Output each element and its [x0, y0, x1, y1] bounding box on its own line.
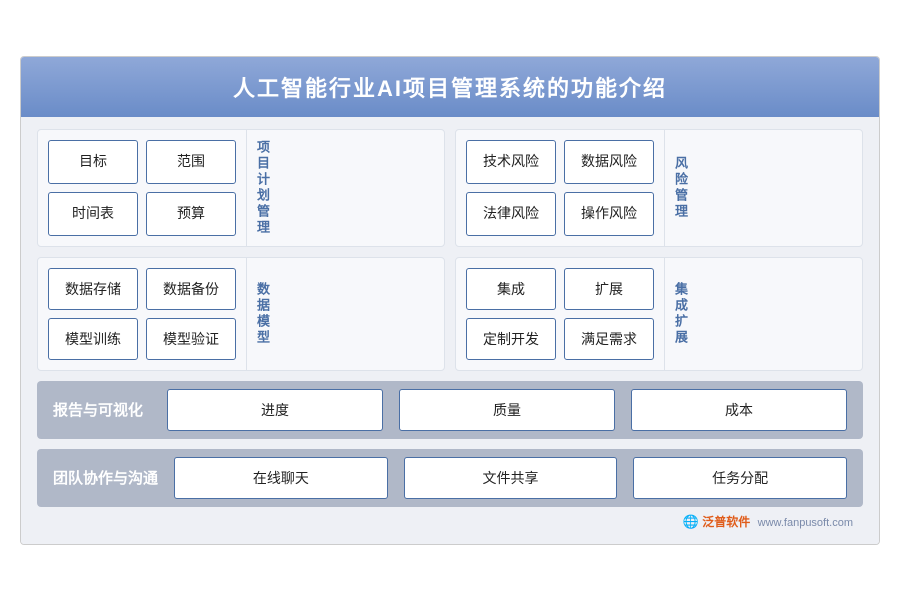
- label-risk: 风险管理: [664, 130, 696, 246]
- brand-name: 泛普软件: [702, 515, 750, 529]
- cell-cost: 成本: [631, 389, 847, 431]
- cell-file-share: 文件共享: [404, 457, 618, 499]
- cell-target: 目标: [48, 140, 138, 184]
- cell-data-backup: 数据备份: [146, 268, 236, 310]
- integration-cells: 集成 扩展 定制开发 满足需求: [456, 258, 664, 370]
- label-report: 报告与可视化: [37, 399, 167, 420]
- cell-chat: 在线聊天: [174, 457, 388, 499]
- cell-budget: 预算: [146, 192, 236, 236]
- cell-tech-risk: 技术风险: [466, 140, 556, 184]
- cell-integration: 集成: [466, 268, 556, 310]
- report-cells: 进度 质量 成本: [167, 381, 863, 439]
- project-plan-cells: 目标 范围 时间表 预算: [38, 130, 246, 246]
- cell-model-verify: 模型验证: [146, 318, 236, 360]
- team-cells: 在线聊天 文件共享 任务分配: [174, 449, 863, 507]
- cell-data-storage: 数据存储: [48, 268, 138, 310]
- logo-url: www.fanpusoft.com: [758, 517, 853, 529]
- panel-project-plan: 目标 范围 时间表 预算 项目计划管理: [37, 129, 445, 247]
- logo-icon: 🌐: [683, 514, 699, 529]
- cell-task-assign: 任务分配: [633, 457, 847, 499]
- cell-meet-needs: 满足需求: [564, 318, 654, 360]
- cell-custom-dev: 定制开发: [466, 318, 556, 360]
- cell-progress: 进度: [167, 389, 383, 431]
- title-bar: 人工智能行业AI项目管理系统的功能介绍: [21, 57, 879, 117]
- cell-data-risk: 数据风险: [564, 140, 654, 184]
- panel-risk: 技术风险 数据风险 法律风险 操作风险 风险管理: [455, 129, 863, 247]
- cell-op-risk: 操作风险: [564, 192, 654, 236]
- row-report: 报告与可视化 进度 质量 成本: [37, 381, 863, 439]
- row-team: 团队协作与沟通 在线聊天 文件共享 任务分配: [37, 449, 863, 507]
- page-title: 人工智能行业AI项目管理系统的功能介绍: [233, 76, 667, 101]
- main-container: 人工智能行业AI项目管理系统的功能介绍 目标 范围 时间表 预算 项目计划管理 …: [20, 56, 880, 545]
- cell-quality: 质量: [399, 389, 615, 431]
- label-data-model: 数据模型: [246, 258, 278, 370]
- label-integration: 集成扩展: [664, 258, 696, 370]
- risk-cells: 技术风险 数据风险 法律风险 操作风险: [456, 130, 664, 246]
- cell-expansion: 扩展: [564, 268, 654, 310]
- cell-legal-risk: 法律风险: [466, 192, 556, 236]
- cell-timeline: 时间表: [48, 192, 138, 236]
- middle-row: 数据存储 数据备份 模型训练 模型验证 数据模型 集成 扩展 定制开发 满足需求…: [37, 257, 863, 371]
- data-model-cells: 数据存储 数据备份 模型训练 模型验证: [38, 258, 246, 370]
- label-project-plan: 项目计划管理: [246, 130, 278, 246]
- logo-area: 🌐 泛普软件 www.fanpusoft.com: [37, 511, 863, 534]
- cell-scope: 范围: [146, 140, 236, 184]
- cell-model-train: 模型训练: [48, 318, 138, 360]
- label-team: 团队协作与沟通: [37, 467, 174, 488]
- top-row: 目标 范围 时间表 预算 项目计划管理 技术风险 数据风险 法律风险 操作风险 …: [37, 129, 863, 247]
- main-content: 目标 范围 时间表 预算 项目计划管理 技术风险 数据风险 法律风险 操作风险 …: [21, 117, 879, 544]
- panel-data-model: 数据存储 数据备份 模型训练 模型验证 数据模型: [37, 257, 445, 371]
- panel-integration: 集成 扩展 定制开发 满足需求 集成扩展: [455, 257, 863, 371]
